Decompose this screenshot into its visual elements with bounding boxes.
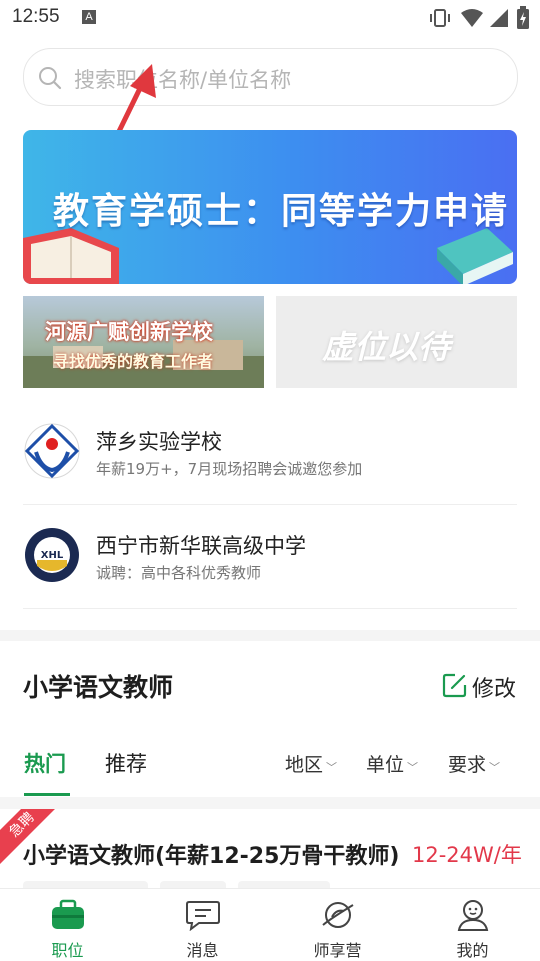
list-gap — [0, 797, 540, 809]
promo-tile-placeholder[interactable]: 虚位以待 — [276, 296, 517, 388]
job-card-title: 小学语文教师(年薪12-25万骨干教师) — [23, 844, 400, 869]
placeholder-text: 虚位以待 — [322, 328, 451, 366]
school-name: 西宁市新华联高级中学 — [96, 534, 306, 558]
job-tag — [160, 881, 226, 888]
school-item[interactable]: XHL 西宁市新华联高级中学 诚聘：高中各科优秀教师 — [23, 504, 517, 609]
nav-item-jobs[interactable]: 职位 — [0, 889, 135, 961]
vibrate-icon — [430, 9, 450, 27]
chevron-down-icon: ﹀ — [326, 761, 338, 774]
promo-banner[interactable]: 教育学硕士：同等学力申请 — [23, 130, 517, 284]
edit-icon — [442, 673, 467, 698]
job-tag — [23, 881, 148, 888]
promo-tile-subtitle: 寻找优秀的教育工作者 — [53, 352, 214, 371]
planet-icon — [322, 902, 354, 928]
tab-recommend[interactable]: 推荐 — [105, 748, 147, 778]
job-tag — [238, 881, 330, 888]
promo-tile-school[interactable]: 河源广赋创新学校 寻找优秀的教育工作者 — [23, 296, 264, 388]
banner-title: 教育学硕士：同等学力申请 — [53, 191, 510, 232]
status-bar: 12:55 A — [0, 0, 540, 36]
bottom-nav: 职位 消息 师享营 我的 — [0, 888, 540, 961]
section-divider — [0, 630, 540, 641]
nav-item-profile[interactable]: 我的 — [405, 889, 540, 961]
school-item[interactable]: 萍乡实验学校 年薪19万+，7月现场招聘会诚邀您参加 — [23, 400, 517, 505]
job-section-title: 小学语文教师 — [23, 673, 174, 702]
chevron-down-icon: ﹀ — [407, 761, 419, 774]
status-time: 12:55 — [12, 6, 60, 27]
nav-label: 师享营 — [313, 941, 362, 960]
school-logo — [24, 423, 80, 479]
school-desc: 诚聘：高中各科优秀教师 — [96, 564, 262, 582]
notification-icon: A — [82, 10, 96, 24]
job-salary: 12-24W/年 — [412, 843, 522, 867]
nav-item-teacher-camp[interactable]: 师享营 — [270, 889, 405, 961]
active-tab-indicator — [24, 793, 70, 796]
user-icon — [457, 900, 489, 931]
school-logo: XHL — [25, 528, 79, 582]
battery-icon — [517, 6, 529, 29]
promo-tile-title: 河源广赋创新学校 — [45, 320, 213, 344]
filter-unit[interactable]: 单位 ﹀ — [366, 750, 418, 777]
chevron-down-icon: ﹀ — [489, 761, 501, 774]
school-name: 萍乡实验学校 — [96, 430, 222, 454]
filter-region[interactable]: 地区 ﹀ — [285, 750, 337, 777]
job-card[interactable]: 急聘 小学语文教师(年薪12-25万骨干教师) 12-24W/年 — [0, 809, 540, 888]
wifi-icon — [461, 9, 483, 27]
signal-icon — [490, 9, 508, 27]
search-icon — [39, 67, 62, 90]
nav-label: 职位 — [51, 941, 84, 960]
briefcase-icon — [52, 899, 84, 929]
edit-label: 修改 — [472, 677, 517, 702]
message-icon — [186, 901, 220, 931]
logo-letters: XHL — [41, 550, 64, 561]
nav-label: 消息 — [186, 941, 219, 960]
tab-hot[interactable]: 热门 — [24, 748, 66, 778]
school-desc: 年薪19万+，7月现场招聘会诚邀您参加 — [96, 460, 363, 478]
filter-requirement[interactable]: 要求 ﹀ — [448, 750, 500, 777]
nav-item-messages[interactable]: 消息 — [135, 889, 270, 961]
nav-label: 我的 — [456, 941, 489, 960]
